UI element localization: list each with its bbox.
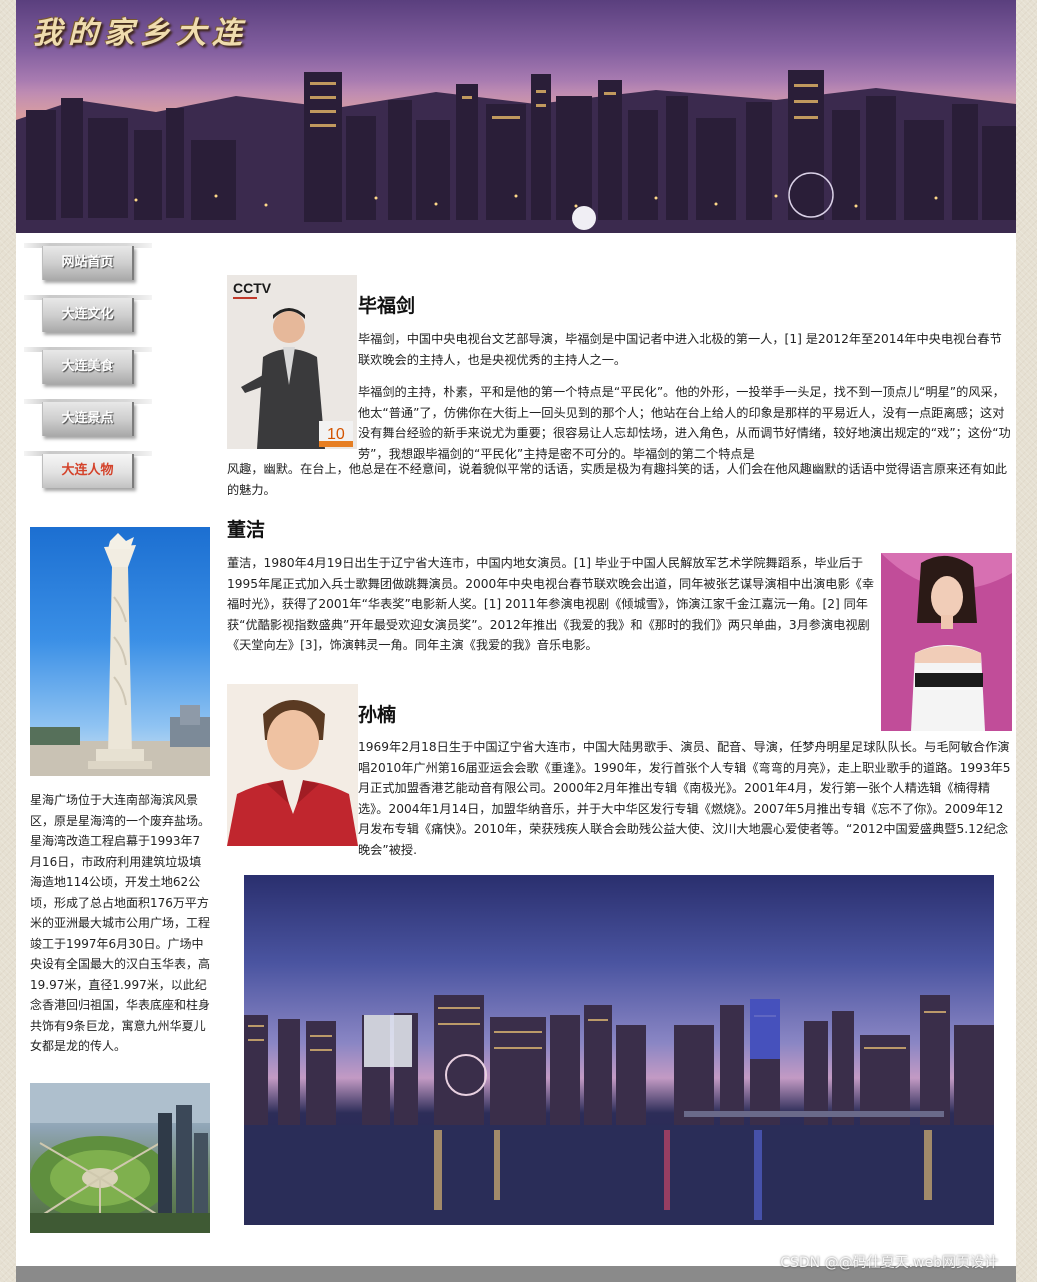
page: 我的家乡大连 网站首页 大连文化 大连美食 大连景点 大连人物 星海广场位于大连… [16,0,1016,1282]
person-name: 毕福剑 [358,295,416,317]
nav-item-people[interactable]: 大连人物 [24,451,152,503]
svg-text:10: 10 [327,426,345,443]
watermark-text: CSDN @@码仕夏天.web网页设计 [780,1255,998,1271]
nav-item-attractions[interactable]: 大连景点 [24,399,152,451]
person-bio: 毕福剑的主持，朴素，平和是他的第一个特点是“平民化”。他的外形，一投举手一头足，… [358,385,1011,461]
monument-photo [30,527,210,776]
bi-fujian-photo: CCTV 10 [227,275,357,449]
dong-jie-photo [881,553,1012,731]
portrait-illustration [227,684,358,846]
nav-item-home[interactable]: 网站首页 [24,243,152,295]
nav-item-food[interactable]: 大连美食 [24,347,152,399]
portrait-illustration: CCTV 10 [227,275,357,449]
site-title: 我的家乡大连 [32,16,248,51]
person-name: 董洁 [227,519,266,541]
person-bio: 1969年2月18日生于中国辽宁省大连市，中国大陆男歌手、演员、配音、导演，任梦… [358,740,1011,857]
nav-item-label[interactable]: 网站首页 [42,246,134,280]
person-name: 孙楠 [358,704,397,726]
nav-item-label[interactable]: 大连美食 [42,350,134,384]
portrait-illustration [881,553,1012,731]
square-aerial-photo [30,1083,210,1233]
nav-item-label[interactable]: 大连人物 [42,454,134,488]
person-bio: 董洁，1980年4月19日出生于辽宁省大连市，中国内地女演员。[1] 毕业于中国… [227,556,875,653]
harbor-illustration [244,995,994,1225]
side-nav: 网站首页 大连文化 大连美食 大连景点 大连人物 [24,243,154,503]
person-bio: 毕福剑，中国中央电视台文艺部导演，毕福剑是中国记者中进入北极的第一人，[1] 是… [358,332,1002,367]
monument-illustration [30,533,210,776]
square-illustration [30,1083,210,1233]
nav-item-label[interactable]: 大连景点 [42,402,134,436]
nav-item-culture[interactable]: 大连文化 [24,295,152,347]
person-bio: 风趣，幽默。在台上，他总是在不经意间，说着貌似平常的话语，实质是极为有趣抖笑的话… [227,462,1007,497]
nav-item-label[interactable]: 大连文化 [42,298,134,332]
header-banner: 我的家乡大连 [16,0,1016,233]
harbor-night-photo [244,875,994,1225]
cctv-logo: CCTV [233,280,272,296]
monument-caption: 星海广场位于大连南部海滨风景区，原是星海湾的一个废弃盐场。星海湾改造工程启幕于1… [30,793,211,1053]
sun-nan-photo [227,684,358,846]
